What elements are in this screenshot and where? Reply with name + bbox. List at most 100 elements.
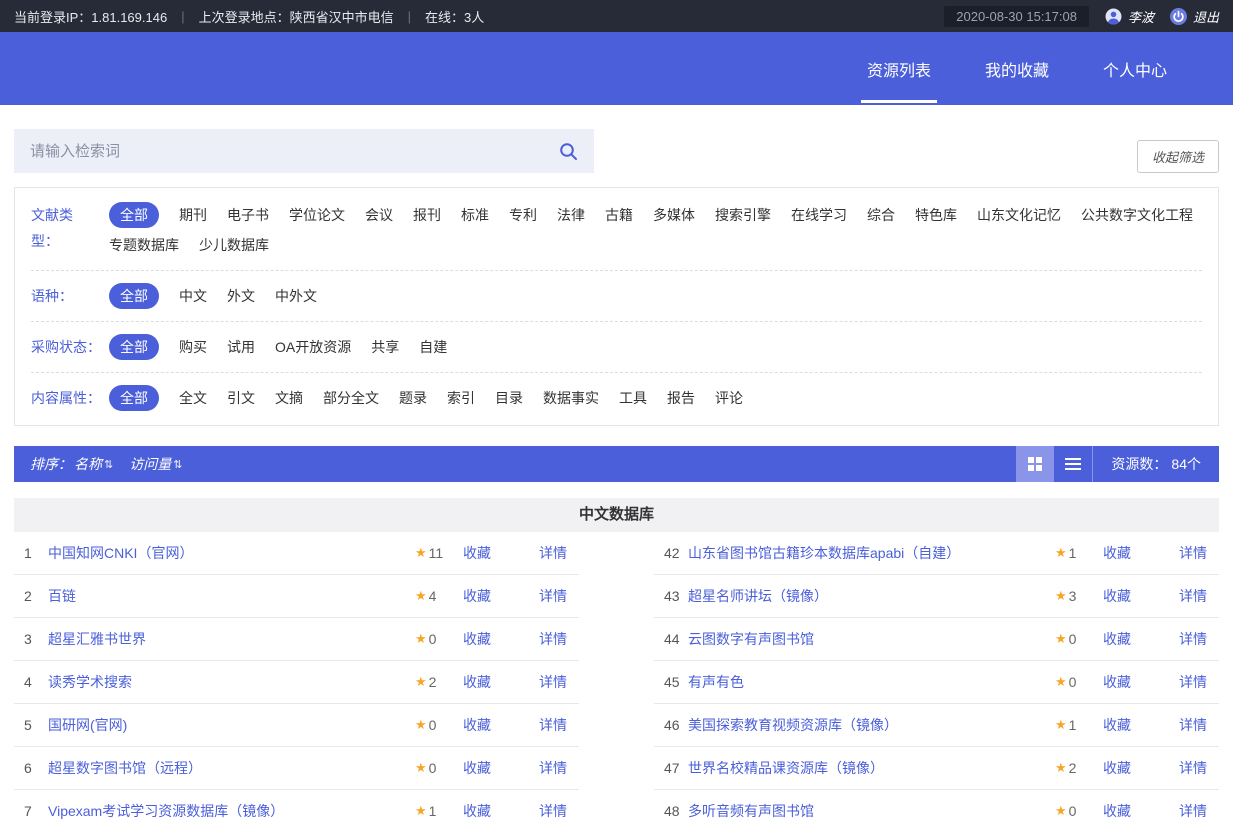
search-icon[interactable]: [559, 142, 578, 161]
detail-link[interactable]: 详情: [1179, 758, 1207, 778]
star-count: 1: [1069, 717, 1077, 733]
filter-option[interactable]: OA开放资源: [275, 334, 351, 360]
resource-name-link[interactable]: 国研网(官网): [48, 715, 403, 735]
filter-option[interactable]: 专题数据库: [109, 232, 179, 258]
resource-name-link[interactable]: 超星数字图书馆（远程）: [48, 758, 403, 778]
detail-link[interactable]: 详情: [539, 543, 567, 563]
filter-option[interactable]: 法律: [557, 202, 585, 228]
list-view-button[interactable]: [1054, 446, 1092, 482]
filter-option[interactable]: 古籍: [605, 202, 633, 228]
filter-option[interactable]: 数据事实: [543, 385, 599, 411]
filter-option[interactable]: 会议: [365, 202, 393, 228]
sort-option[interactable]: 名称⇅: [74, 454, 113, 474]
collect-link[interactable]: 收藏: [1103, 758, 1131, 778]
nav-item-link[interactable]: 个人中心: [1101, 51, 1169, 87]
resource-name-link[interactable]: 中国知网CNKI（官网）: [48, 543, 403, 563]
filter-label: 采购状态：: [31, 334, 109, 360]
grid-view-button[interactable]: [1016, 446, 1054, 482]
collect-link[interactable]: 收藏: [1103, 629, 1131, 649]
resource-row: 43超星名师讲坛（镜像）★3收藏详情: [654, 575, 1219, 618]
collect-link[interactable]: 收藏: [463, 672, 491, 692]
star-rating: ★0: [415, 631, 459, 647]
collapse-filter-button[interactable]: 收起筛选: [1137, 140, 1219, 173]
detail-link[interactable]: 详情: [1179, 801, 1207, 820]
detail-link[interactable]: 详情: [1179, 715, 1207, 735]
collect-link[interactable]: 收藏: [1103, 715, 1131, 735]
detail-link[interactable]: 详情: [1179, 586, 1207, 606]
collect-link[interactable]: 收藏: [1103, 543, 1131, 563]
filter-option[interactable]: 索引: [447, 385, 475, 411]
filter-option[interactable]: 目录: [495, 385, 523, 411]
collect-link[interactable]: 收藏: [1103, 672, 1131, 692]
collect-link[interactable]: 收藏: [463, 758, 491, 778]
resource-name-link[interactable]: 读秀学术搜索: [48, 672, 403, 692]
filter-option[interactable]: 期刊: [179, 202, 207, 228]
filter-option[interactable]: 部分全文: [323, 385, 379, 411]
resource-name-link[interactable]: 百链: [48, 586, 403, 606]
detail-link[interactable]: 详情: [1179, 543, 1207, 563]
nav-item-active[interactable]: 资源列表: [865, 51, 933, 87]
resource-name-link[interactable]: 美国探索教育视频资源库（镜像）: [688, 715, 1043, 735]
detail-link[interactable]: 详情: [539, 586, 567, 606]
filter-option[interactable]: 自建: [419, 334, 447, 360]
detail-link[interactable]: 详情: [539, 801, 567, 820]
logout-button[interactable]: 退出: [1170, 7, 1219, 26]
filter-option[interactable]: 共享: [371, 334, 399, 360]
filter-option[interactable]: 山东文化记忆: [977, 202, 1061, 228]
filter-option[interactable]: 全部: [109, 283, 159, 309]
resource-name-link[interactable]: 超星名师讲坛（镜像）: [688, 586, 1043, 606]
collect-link[interactable]: 收藏: [463, 715, 491, 735]
filter-option[interactable]: 标准: [461, 202, 489, 228]
filter-option[interactable]: 工具: [619, 385, 647, 411]
detail-link[interactable]: 详情: [539, 672, 567, 692]
filter-option[interactable]: 少儿数据库: [199, 232, 269, 258]
detail-link[interactable]: 详情: [539, 715, 567, 735]
filter-option[interactable]: 综合: [867, 202, 895, 228]
search-input[interactable]: [30, 143, 559, 160]
filter-option[interactable]: 多媒体: [653, 202, 695, 228]
filter-option[interactable]: 引文: [227, 385, 255, 411]
user-menu[interactable]: 李波: [1105, 7, 1154, 26]
filter-option[interactable]: 试用: [227, 334, 255, 360]
filter-option[interactable]: 全部: [109, 202, 159, 228]
filter-option[interactable]: 中文: [179, 283, 207, 309]
filter-option[interactable]: 电子书: [227, 202, 269, 228]
collect-link[interactable]: 收藏: [1103, 586, 1131, 606]
nav-item-link[interactable]: 我的收藏: [983, 51, 1051, 87]
filter-option[interactable]: 题录: [399, 385, 427, 411]
filter-option[interactable]: 全文: [179, 385, 207, 411]
filter-option[interactable]: 中外文: [275, 283, 317, 309]
filter-option[interactable]: 报刊: [413, 202, 441, 228]
filter-option[interactable]: 在线学习: [791, 202, 847, 228]
resource-name-link[interactable]: 山东省图书馆古籍珍本数据库apabi（自建）: [688, 543, 1043, 563]
filter-option[interactable]: 外文: [227, 283, 255, 309]
collect-link[interactable]: 收藏: [1103, 801, 1131, 820]
collect-link[interactable]: 收藏: [463, 543, 491, 563]
filter-option[interactable]: 搜索引擎: [715, 202, 771, 228]
detail-link[interactable]: 详情: [539, 629, 567, 649]
collect-link[interactable]: 收藏: [463, 801, 491, 820]
resource-name-link[interactable]: 多听音频有声图书馆: [688, 801, 1043, 820]
filter-option[interactable]: 全部: [109, 385, 159, 411]
filter-option[interactable]: 学位论文: [289, 202, 345, 228]
resource-name-link[interactable]: 超星汇雅书世界: [48, 629, 403, 649]
filter-option[interactable]: 购买: [179, 334, 207, 360]
sort-option[interactable]: 访问量⇅: [129, 454, 182, 474]
filter-option[interactable]: 特色库: [915, 202, 957, 228]
resource-name-link[interactable]: 云图数字有声图书馆: [688, 629, 1043, 649]
filter-option[interactable]: 专利: [509, 202, 537, 228]
resource-name-link[interactable]: 世界名校精品课资源库（镜像）: [688, 758, 1043, 778]
detail-link[interactable]: 详情: [539, 758, 567, 778]
detail-link[interactable]: 详情: [1179, 629, 1207, 649]
collect-link[interactable]: 收藏: [463, 586, 491, 606]
detail-link[interactable]: 详情: [1179, 672, 1207, 692]
filter-option[interactable]: 公共数字文化工程: [1081, 202, 1193, 228]
resource-name-link[interactable]: 有声有色: [688, 672, 1043, 692]
collect-link[interactable]: 收藏: [463, 629, 491, 649]
filter-option[interactable]: 报告: [667, 385, 695, 411]
filter-option[interactable]: 评论: [715, 385, 743, 411]
search-box[interactable]: [14, 129, 594, 173]
resource-name-link[interactable]: Vipexam考试学习资源数据库（镜像）: [48, 801, 403, 820]
filter-option[interactable]: 文摘: [275, 385, 303, 411]
filter-option[interactable]: 全部: [109, 334, 159, 360]
